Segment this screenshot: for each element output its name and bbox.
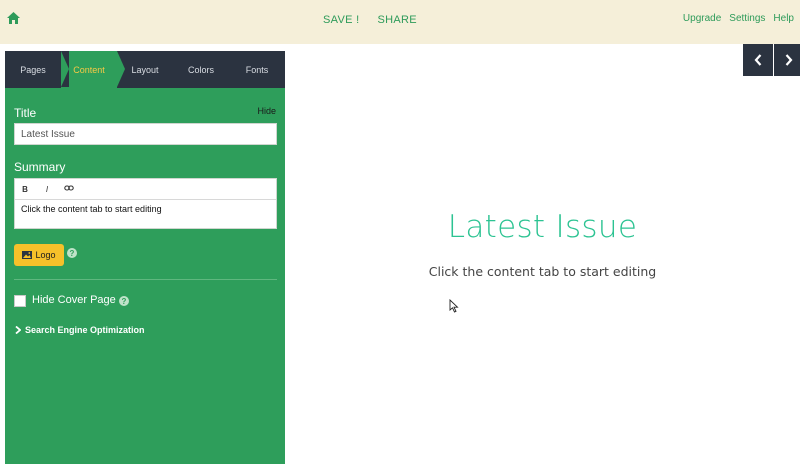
title-label: Title (14, 106, 37, 120)
save-button[interactable]: SAVE ! (323, 14, 359, 26)
tab-content[interactable]: Content (61, 51, 125, 88)
chevron-left-icon (754, 54, 762, 66)
tab-layout[interactable]: Layout (117, 51, 173, 88)
chevron-right-icon (785, 54, 793, 66)
hide-cover-help-icon[interactable]: ? (119, 296, 129, 306)
home-icon[interactable] (7, 12, 20, 24)
image-icon (22, 251, 33, 259)
logo-button-label: Logo (35, 250, 56, 260)
link-icon (64, 185, 74, 191)
next-page-button[interactable] (774, 44, 800, 76)
tab-content-label: Content (73, 64, 105, 75)
preview-subtitle: Click the content tab to start editing (428, 264, 657, 279)
hide-cover-checkbox[interactable] (14, 295, 26, 307)
share-button[interactable]: SHARE (377, 14, 416, 26)
top-bar: SAVE ! SHARE Upgrade Settings Help (0, 0, 800, 44)
settings-link[interactable]: Settings (729, 13, 765, 24)
bold-button[interactable]: B (20, 185, 30, 194)
seo-toggle[interactable]: Search Engine Optimization (15, 325, 145, 335)
logo-button[interactable]: Logo (14, 244, 64, 266)
section-divider (14, 279, 277, 280)
summary-text-area[interactable]: Click the content tab to start editing (15, 200, 276, 218)
summary-label: Summary (14, 160, 66, 174)
top-links: Upgrade Settings Help (683, 13, 794, 24)
mouse-cursor-icon (449, 299, 459, 313)
top-actions: SAVE ! SHARE (323, 14, 417, 26)
logo-help-icon[interactable]: ? (67, 248, 77, 258)
hide-cover-label: Hide Cover Page (32, 294, 116, 306)
chevron-right-icon (15, 326, 21, 334)
hide-title-link[interactable]: Hide (257, 106, 276, 116)
seo-label: Search Engine Optimization (25, 325, 145, 335)
italic-button[interactable]: I (42, 185, 52, 194)
title-input[interactable] (14, 123, 277, 145)
upgrade-link[interactable]: Upgrade (683, 13, 721, 24)
tab-colors[interactable]: Colors (173, 51, 229, 88)
editor-sidebar: Pages Content Layout Colors Fonts Title … (5, 51, 285, 464)
tab-pages[interactable]: Pages (5, 51, 61, 88)
summary-editor: B I Click the content tab to start editi… (14, 178, 277, 229)
link-button[interactable] (64, 184, 74, 194)
editor-toolbar: B I (15, 179, 276, 200)
preview-title: Latest Issue (447, 209, 638, 245)
help-link[interactable]: Help (773, 13, 794, 24)
prev-page-button[interactable] (743, 44, 773, 76)
tab-fonts[interactable]: Fonts (229, 51, 285, 88)
sidebar-tabs: Pages Content Layout Colors Fonts (5, 51, 285, 88)
